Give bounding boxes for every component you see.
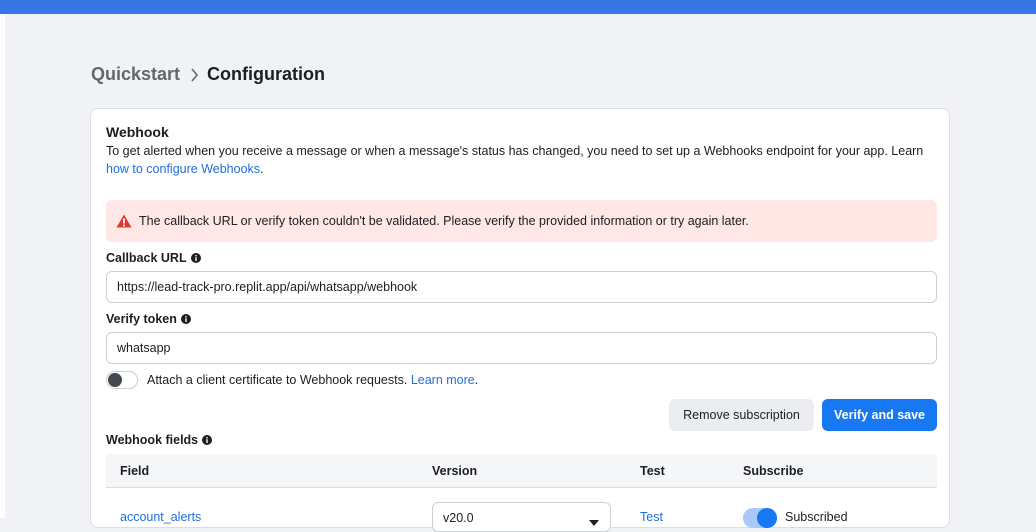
alert-message: The callback URL or verify token couldn'… (139, 214, 749, 228)
webhook-fields-title: Webhook fields (106, 433, 199, 447)
column-header-version: Version (432, 464, 478, 478)
webhook-fields-table-header: Field Version Test Subscribe (106, 454, 937, 488)
column-header-subscribe: Subscribe (743, 464, 804, 478)
client-certificate-suffix: . (474, 373, 479, 387)
page-title: Configuration (207, 64, 326, 84)
verify-token-input[interactable] (106, 332, 937, 364)
client-certificate-label: Attach a client certificate to Webhook r… (147, 373, 408, 387)
callback-url-label: Callback URL (106, 251, 201, 265)
client-certificate-toggle[interactable] (106, 371, 138, 389)
field-name-link[interactable]: account_alerts (120, 510, 201, 524)
warning-triangle-icon (116, 214, 132, 228)
column-header-test: Test (640, 464, 665, 478)
learn-more-link[interactable]: Learn more (411, 373, 475, 387)
table-row: account_alerts v20.0 Test Subscribed (106, 488, 937, 532)
callback-url-input[interactable] (106, 271, 937, 303)
verify-token-label-text: Verify token (106, 312, 177, 326)
toggle-knob (757, 508, 777, 528)
test-link[interactable]: Test (640, 510, 663, 524)
subscribe-toggle[interactable] (743, 508, 777, 528)
info-icon[interactable] (202, 435, 213, 445)
webhook-card: Webhook To get alerted when you receive … (90, 108, 950, 532)
subscribe-status: Subscribed (785, 510, 848, 524)
client-certificate-row: Attach a client certificate to Webhook r… (106, 371, 478, 389)
chevron-right-icon (190, 67, 199, 82)
info-icon[interactable] (180, 314, 191, 324)
webhook-description: To get alerted when you receive a messag… (106, 142, 937, 178)
top-bar (0, 0, 1036, 14)
configure-webhooks-link[interactable]: how to configure Webhooks (106, 162, 260, 176)
verify-and-save-button[interactable]: Verify and save (822, 399, 937, 431)
verify-token-label: Verify token (106, 312, 191, 326)
caret-down-icon (589, 515, 599, 529)
remove-subscription-button[interactable]: Remove subscription (669, 399, 814, 431)
version-select[interactable]: v20.0 (432, 502, 611, 532)
breadcrumb: Quickstart Configuration (91, 64, 325, 85)
callback-url-label-text: Callback URL (106, 251, 187, 265)
column-header-field: Field (120, 464, 150, 478)
webhook-section-title: Webhook (106, 124, 169, 140)
breadcrumb-quickstart-link[interactable]: Quickstart (91, 64, 180, 85)
info-icon[interactable] (190, 253, 201, 263)
webhook-fields-label: Webhook fields (106, 433, 213, 447)
webhook-description-text: To get alerted when you receive a messag… (106, 144, 924, 158)
webhook-description-suffix: . (260, 162, 264, 176)
version-value: v20.0 (443, 511, 474, 525)
validation-error-alert: The callback URL or verify token couldn'… (106, 200, 937, 242)
left-sidebar-edge (0, 14, 5, 518)
toggle-knob (108, 373, 122, 387)
